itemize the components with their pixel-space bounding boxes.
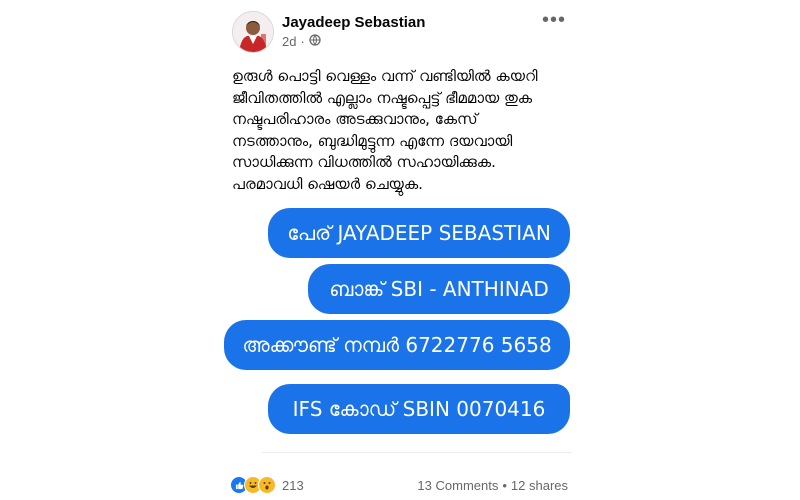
engagement-stats: 13 Comments • 12 shares (417, 478, 568, 493)
stats-separator: • (502, 478, 507, 493)
name-bubble: പേര് JAYADEEP SEBASTIAN (268, 208, 570, 258)
account-number-bubble: അക്കൗണ്ട് നമ്പർ 6722776 5658 (224, 320, 570, 370)
post-text-line: ഉരുൾ പൊട്ടി വെള്ളം വന്ന് വണ്ടിയിൽ കയറി (232, 67, 538, 85)
comments-count[interactable]: 13 Comments (417, 478, 498, 493)
author-name[interactable]: Jayadeep Sebastian (282, 14, 425, 31)
more-options-icon[interactable]: ••• (542, 9, 566, 32)
bank-bubble: ബാങ്ക് SBI - ANTHINAD (308, 264, 570, 314)
post-text: ഉരുൾ പൊട്ടി വെള്ളം വന്ന് വണ്ടിയിൽ കയറി ജ… (232, 66, 562, 195)
post-text-line: ജീവിതത്തിൽ എല്ലാം നഷ്ടപ്പെട്ട് ഭീമമായ തു… (232, 88, 533, 107)
globe-icon (309, 34, 321, 49)
post-text-line: നഷ്ടപരിഹാരം അടക്കുവാനും, കേസ് (232, 110, 478, 128)
reactions-summary[interactable]: 213 (230, 476, 304, 494)
reaction-count: 213 (282, 477, 304, 493)
divider (262, 452, 572, 453)
author-avatar[interactable] (232, 11, 274, 53)
meta-dot: · (300, 34, 305, 49)
post-text-line: സാധിക്കുന്ന വിധത്തിൽ സഹായിക്കുക. (232, 153, 496, 171)
post-text-line: നടത്താനും, ബുദ്ധിമുട്ടുന്ന എന്നേ ദയവായി (232, 131, 513, 150)
post-time[interactable]: 2d (282, 34, 296, 49)
ifsc-bubble: IFS കോഡ് SBIN 0070416 (268, 384, 570, 434)
shares-count[interactable]: 12 shares (511, 478, 568, 493)
wow-reaction-icon (258, 476, 276, 494)
post-text-line: പരമാവധി ഷെയർ ചെയ്യുക. (232, 174, 423, 193)
post-meta: 2d · (282, 34, 321, 49)
